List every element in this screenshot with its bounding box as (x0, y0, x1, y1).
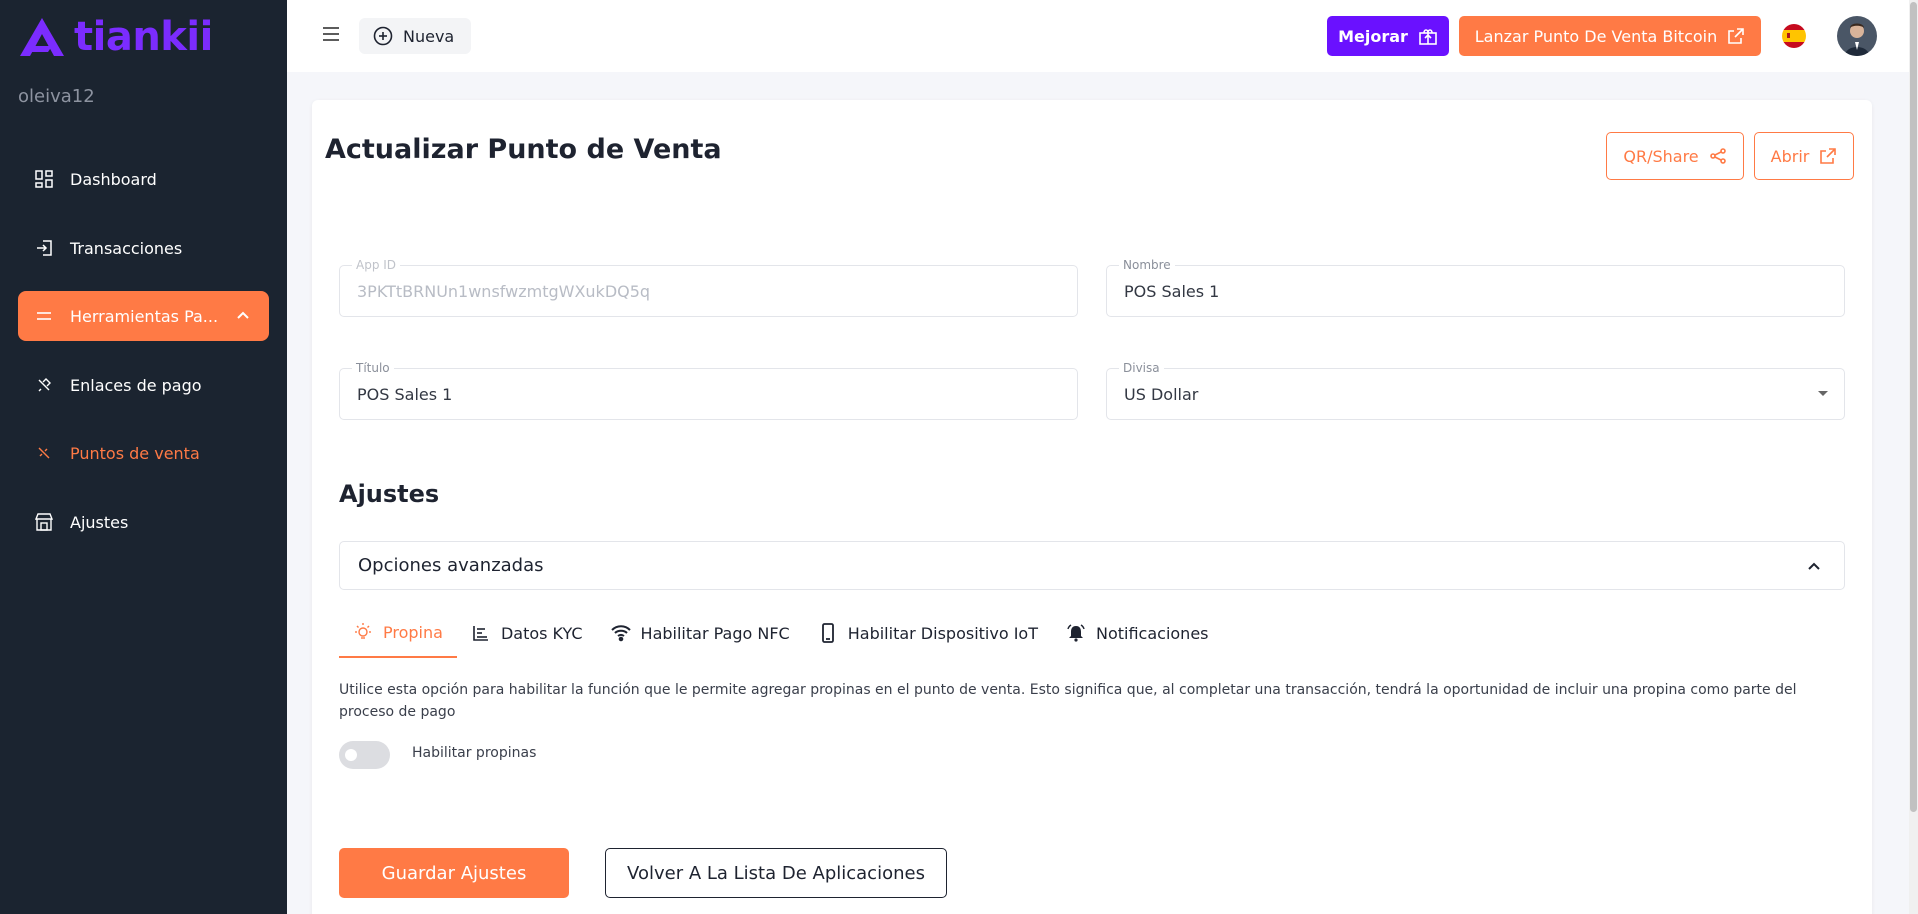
tab-label: Notificaciones (1095, 623, 1209, 643)
brand-logo[interactable]: tiankii (18, 16, 213, 58)
tools-lines-icon (34, 306, 54, 326)
sidebar-item-puntos-de-venta[interactable]: Puntos de venta (18, 428, 269, 478)
save-settings-label: Guardar Ajustes (381, 862, 527, 884)
external-link-icon (1728, 28, 1745, 44)
sidebar-item-enlaces-de-pago[interactable]: Enlaces de pago (18, 360, 269, 410)
sidebar-item-label: Enlaces de pago (70, 375, 202, 395)
sidebar-item-herramientas[interactable]: Herramientas Pa... (18, 291, 269, 341)
titulo-input[interactable] (357, 385, 1021, 404)
nombre-label: Nombre (1119, 258, 1175, 272)
enable-tips-label: Habilitar propinas (412, 745, 537, 761)
launch-pos-button-label: Lanzar Punto De Venta Bitcoin (1474, 26, 1718, 46)
upgrade-button[interactable]: Mejorar (1327, 16, 1449, 56)
tip-description: Utilice esta opción para habilitar la fu… (339, 682, 1797, 720)
chevron-up-icon (235, 307, 251, 327)
sidebar-item-label: Dashboard (70, 169, 157, 189)
tab-habilitar-dispositivo-iot[interactable]: Habilitar Dispositivo IoT (804, 608, 1052, 658)
user-avatar[interactable] (1837, 16, 1877, 56)
accordion-label: Opciones avanzadas (358, 555, 544, 576)
sidebar-item-dashboard[interactable]: Dashboard (18, 154, 269, 204)
share-icon (1709, 148, 1726, 164)
sidebar-item-label: Transacciones (70, 238, 183, 258)
bars-list-icon (471, 623, 491, 643)
save-settings-button[interactable]: Guardar Ajustes (339, 848, 569, 898)
divisa-value: US Dollar (1124, 385, 1199, 404)
external-link-icon (1820, 148, 1837, 164)
tiankii-logo-icon (20, 18, 64, 56)
username: oleiva12 (18, 86, 95, 107)
sidebar-item-label: Puntos de venta (70, 443, 200, 463)
nombre-input[interactable] (1124, 282, 1788, 301)
caret-down-icon (1818, 391, 1828, 396)
top-bar: Nueva Mejorar Lanzar Punto De Venta Bitc… (287, 0, 1909, 72)
settings-section-title: Ajustes (339, 480, 440, 508)
lightbulb-icon (353, 622, 373, 642)
tab-habilitar-pago-nfc[interactable]: Habilitar Pago NFC (597, 608, 804, 658)
divisa-label: Divisa (1119, 361, 1164, 375)
pos-icon (34, 443, 54, 463)
gift-icon (1419, 29, 1437, 45)
chevron-up-icon (1806, 558, 1822, 579)
page-scrollbar[interactable] (1909, 0, 1918, 914)
nombre-field[interactable]: Nombre (1106, 258, 1845, 317)
hamburger-menu-icon[interactable] (321, 24, 341, 44)
settings-tabs: Propina Datos KYC Habilitar Pago NFC Hab… (339, 608, 1223, 658)
qr-share-button[interactable]: QR/Share (1606, 132, 1744, 180)
new-button-label: Nueva (403, 26, 455, 46)
scrollbar-thumb[interactable] (1910, 2, 1917, 812)
login-arrow-icon (34, 238, 54, 258)
tab-propina[interactable]: Propina (339, 608, 457, 658)
sidebar-item-label: Herramientas Pa... (70, 306, 219, 326)
brand-name: tiankii (74, 14, 213, 60)
sidebar: tiankii oleiva12 Dashboard Transacciones… (0, 0, 287, 914)
sidebar-item-ajustes[interactable]: Ajustes (18, 497, 269, 547)
qr-share-button-label: QR/Share (1623, 146, 1699, 166)
open-button-label: Abrir (1770, 146, 1810, 166)
back-to-apps-button[interactable]: Volver A La Lista De Aplicaciones (605, 848, 947, 898)
launch-pos-button[interactable]: Lanzar Punto De Venta Bitcoin (1459, 16, 1761, 56)
app-id-label: App ID (352, 258, 401, 272)
tab-datos-kyc[interactable]: Datos KYC (457, 608, 597, 658)
store-icon (34, 512, 54, 532)
spain-flag-icon[interactable] (1782, 24, 1806, 48)
sidebar-item-transacciones[interactable]: Transacciones (18, 223, 269, 273)
tab-label: Propina (383, 622, 443, 642)
tab-label: Habilitar Dispositivo IoT (847, 623, 1038, 643)
dashboard-icon (34, 169, 54, 189)
upgrade-button-label: Mejorar (1338, 26, 1408, 46)
link-off-icon (34, 375, 54, 395)
sidebar-item-label: Ajustes (70, 512, 129, 532)
app-id-field: App ID 3PKTtBRNUn1wnsfwzmtgWXukDQ5q (339, 258, 1078, 317)
enable-tips-toggle[interactable] (339, 741, 390, 769)
plus-circle-icon (373, 26, 393, 46)
bell-ring-icon (1066, 623, 1086, 643)
tab-label: Habilitar Pago NFC (640, 623, 790, 643)
titulo-field[interactable]: Título (339, 361, 1078, 420)
divisa-select[interactable]: Divisa US Dollar (1106, 361, 1845, 420)
tab-label: Datos KYC (500, 623, 583, 643)
advanced-options-accordion[interactable]: Opciones avanzadas (339, 541, 1845, 590)
pos-settings-card: Actualizar Punto de Venta QR/Share Abrir… (312, 100, 1872, 914)
wifi-icon (610, 623, 631, 643)
page-title: Actualizar Punto de Venta (325, 134, 722, 165)
open-button[interactable]: Abrir (1754, 132, 1854, 180)
titulo-label: Título (352, 361, 394, 375)
smartphone-icon (818, 623, 838, 643)
tab-notificaciones[interactable]: Notificaciones (1052, 608, 1223, 658)
toggle-knob (345, 749, 357, 761)
new-button[interactable]: Nueva (359, 18, 471, 54)
app-id-value: 3PKTtBRNUn1wnsfwzmtgWXukDQ5q (357, 282, 651, 301)
back-to-apps-label: Volver A La Lista De Aplicaciones (627, 862, 925, 884)
